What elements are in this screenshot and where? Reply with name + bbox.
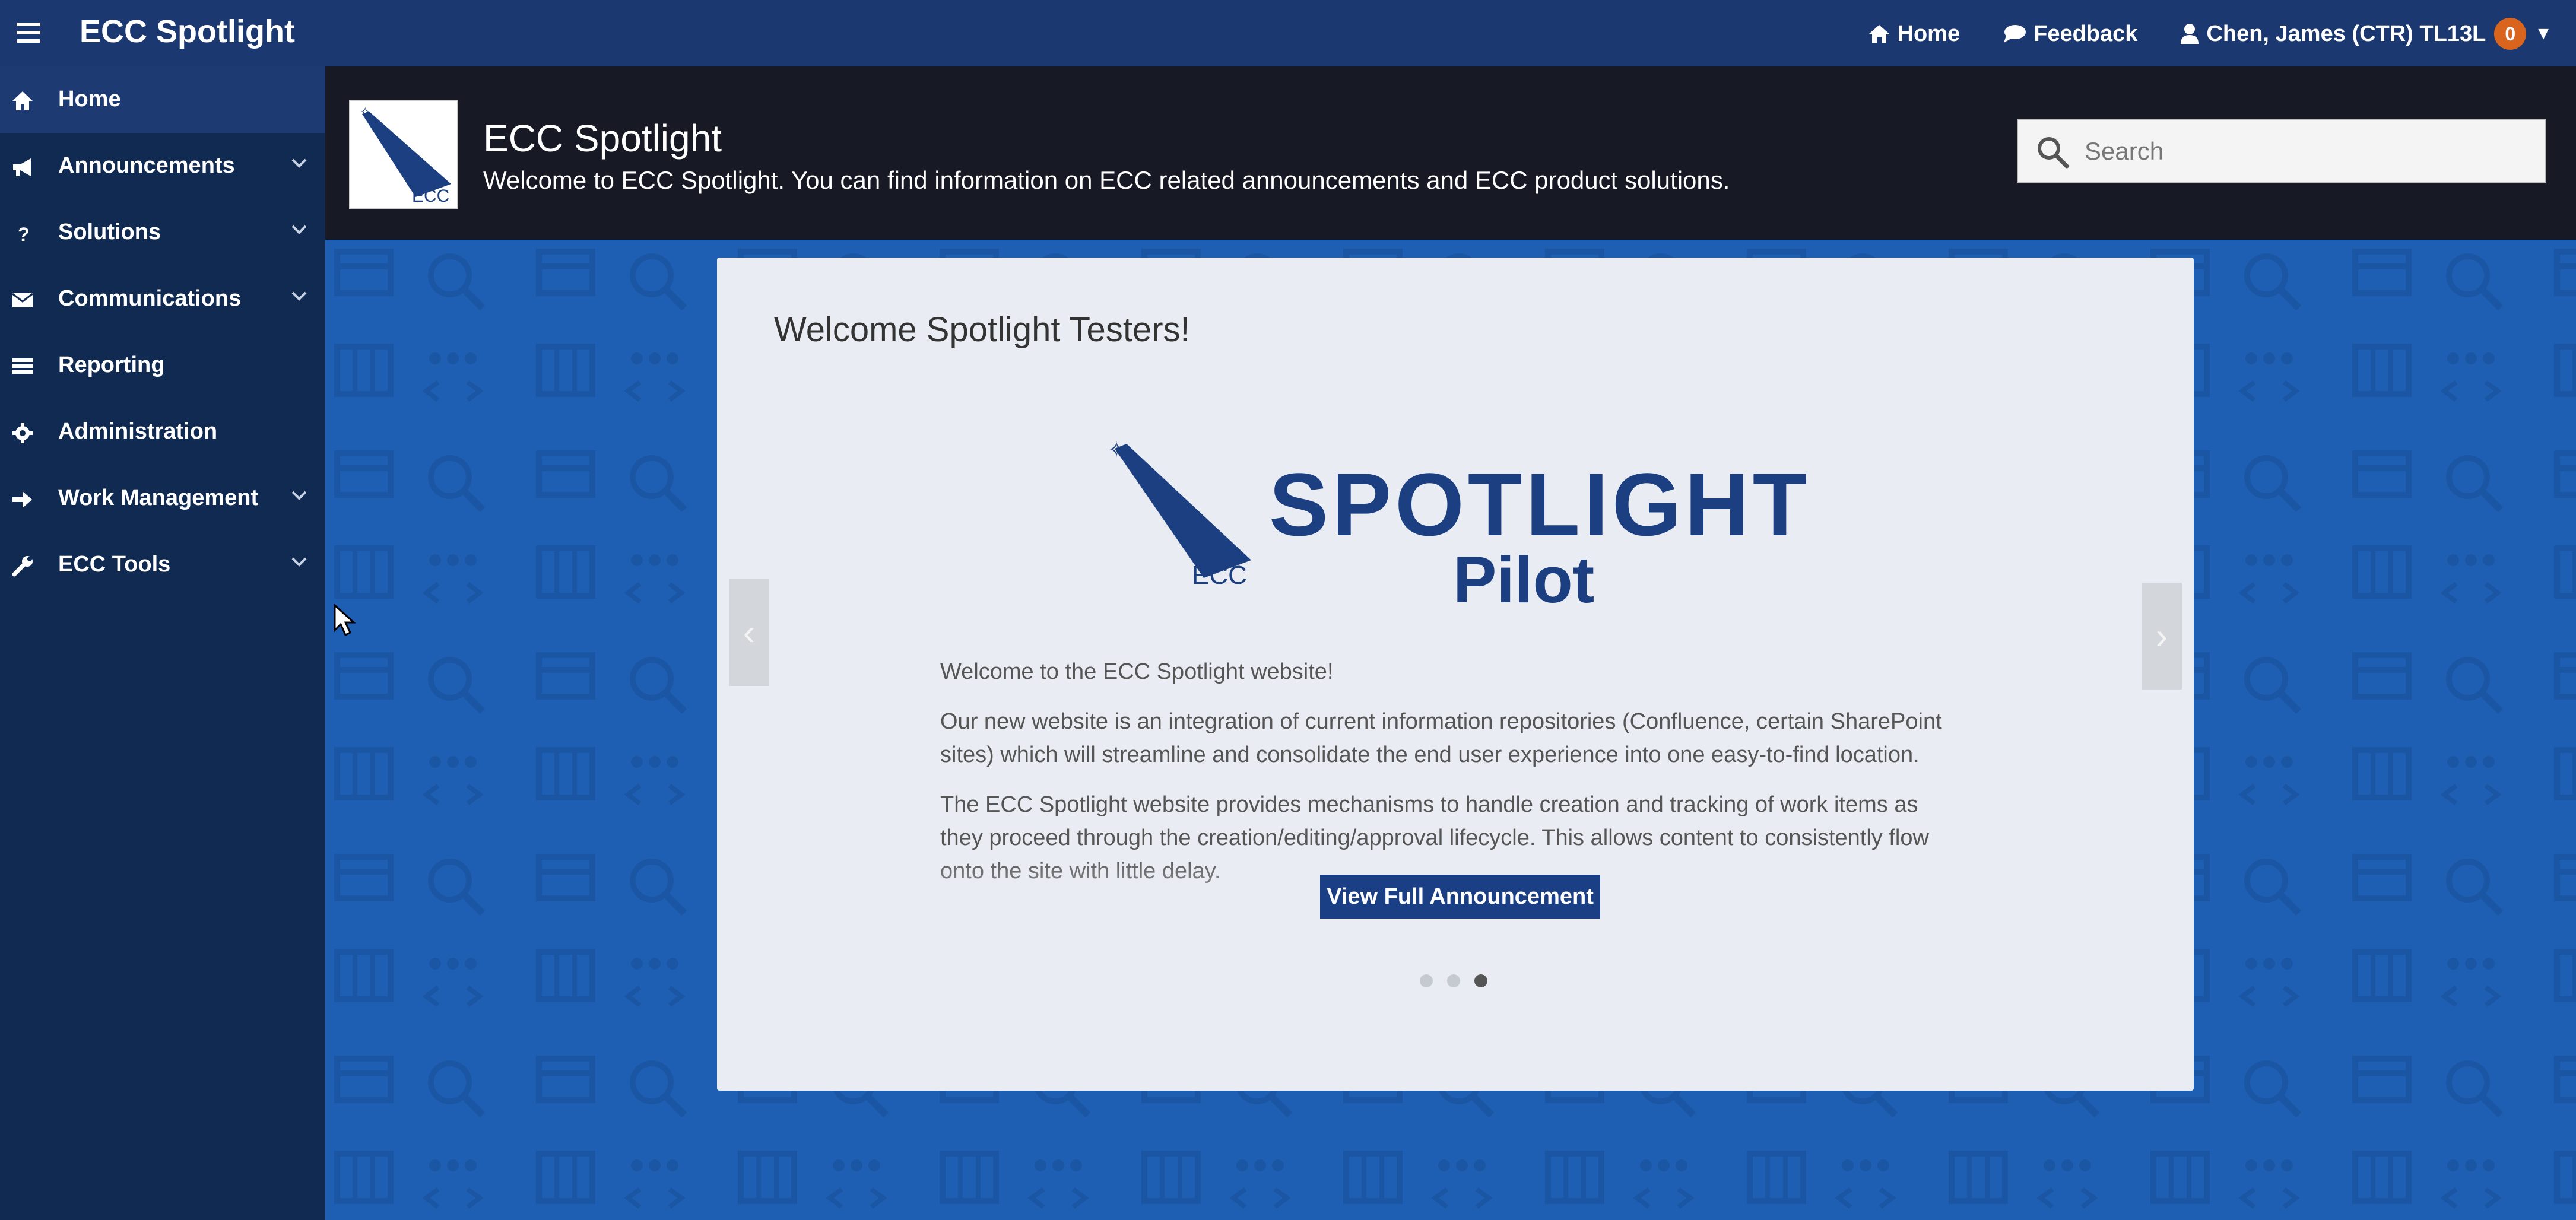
page-subtitle: Welcome to ECC Spotlight. You can find i… bbox=[483, 166, 1730, 194]
top-nav-home[interactable]: Home bbox=[1868, 21, 1960, 47]
sidebar-item-announcements[interactable]: Announcements bbox=[0, 133, 329, 199]
sidebar-item-label: Communications bbox=[58, 286, 242, 311]
view-full-announcement-button[interactable]: View Full Announcement bbox=[1320, 875, 1600, 919]
logo-word-spotlight: SPOTLIGHT bbox=[1269, 455, 1811, 554]
user-icon bbox=[2181, 24, 2199, 44]
report-icon bbox=[12, 358, 33, 374]
sidebar-item-label: ECC Tools bbox=[58, 552, 171, 577]
search-input[interactable] bbox=[2083, 133, 2525, 170]
sidebar-item-communications[interactable]: Communications bbox=[0, 266, 329, 332]
envelope-icon bbox=[12, 293, 33, 307]
megaphone-icon bbox=[13, 158, 31, 176]
sidebar-item-administration[interactable]: Administration bbox=[0, 399, 329, 465]
sidebar-item-solutions[interactable]: ? Solutions bbox=[0, 199, 329, 266]
sidebar-item-label: Home bbox=[58, 87, 121, 112]
sidebar-item-reporting[interactable]: Reporting bbox=[0, 332, 329, 399]
top-nav-links: Home Feedback Chen, James (CTR) TL13L 0 … bbox=[1825, 18, 2552, 50]
user-menu[interactable]: Chen, James (CTR) TL13L 0 ▼ bbox=[2180, 18, 2552, 50]
svg-text:ECC: ECC bbox=[412, 186, 449, 206]
sidebar-item-work-management[interactable]: Work Management bbox=[0, 465, 329, 532]
svg-text:ECC: ECC bbox=[1192, 561, 1247, 590]
top-navbar: ECC Spotlight Home Feedback Chen, James … bbox=[0, 0, 2576, 66]
page-title: ECC Spotlight bbox=[483, 117, 722, 160]
chevron-down-icon[interactable] bbox=[289, 485, 309, 506]
top-nav-feedback-label: Feedback bbox=[2033, 21, 2138, 46]
ecc-logo: ✧ ECC bbox=[349, 100, 458, 209]
sidebar-item-label: Reporting bbox=[58, 352, 165, 377]
gear-icon bbox=[12, 423, 33, 443]
svg-text:✧: ✧ bbox=[1108, 437, 1125, 462]
question-icon: ? bbox=[18, 224, 30, 245]
sidebar-item-label: Announcements bbox=[58, 153, 235, 178]
sidebar-item-label: Administration bbox=[58, 419, 218, 444]
speech-bubble-icon bbox=[2004, 25, 2026, 43]
sidebar: Home Announcements ? Solutions Communica… bbox=[0, 66, 329, 1220]
carousel-prev-button[interactable]: ‹ bbox=[729, 579, 769, 686]
sidebar-item-home[interactable]: Home bbox=[0, 66, 329, 133]
brand-title[interactable]: ECC Spotlight bbox=[80, 13, 295, 50]
sidebar-item-label: Solutions bbox=[58, 220, 161, 244]
wrench-icon bbox=[12, 556, 33, 577]
carousel-indicators bbox=[1420, 974, 1502, 987]
spotlight-beam-icon: ✧ ECC bbox=[1108, 437, 1251, 590]
notification-badge[interactable]: 0 bbox=[2494, 18, 2527, 50]
chevron-down-icon[interactable] bbox=[289, 286, 309, 306]
arrow-right-icon bbox=[12, 491, 32, 508]
carousel-dot-1[interactable] bbox=[1420, 974, 1433, 987]
home-icon bbox=[1868, 25, 1889, 43]
user-name: Chen, James (CTR) TL13L bbox=[2206, 21, 2486, 46]
sidebar-item-ecc-tools[interactable]: ECC Tools bbox=[0, 532, 329, 598]
page-header: ✧ ECC ECC Spotlight Welcome to ECC Spotl… bbox=[325, 66, 2576, 240]
hamburger-menu-icon[interactable] bbox=[17, 18, 40, 47]
svg-text:✧: ✧ bbox=[360, 104, 370, 119]
search-box[interactable] bbox=[2017, 119, 2546, 183]
chevron-down-icon[interactable] bbox=[289, 153, 309, 173]
home-icon bbox=[12, 91, 33, 110]
announcement-title: Welcome Spotlight Testers! bbox=[774, 310, 1190, 349]
carousel-dot-3[interactable] bbox=[1474, 974, 1487, 987]
carousel-next-button[interactable]: › bbox=[2142, 583, 2182, 690]
announcement-paragraph: Welcome to the ECC Spotlight website! bbox=[940, 659, 1334, 684]
top-nav-home-label: Home bbox=[1897, 21, 1960, 46]
spotlight-pilot-logo: ✧ ECC SPOTLIGHT Pilot bbox=[1103, 436, 1815, 631]
announcement-paragraph: Our new website is an integration of cur… bbox=[940, 709, 1942, 767]
sidebar-item-label: Work Management bbox=[58, 485, 259, 510]
chevron-down-icon[interactable] bbox=[289, 552, 309, 572]
logo-word-pilot: Pilot bbox=[1453, 544, 1595, 617]
mouse-cursor-icon bbox=[334, 604, 356, 637]
top-nav-feedback[interactable]: Feedback bbox=[2003, 21, 2137, 47]
svg-text:?: ? bbox=[18, 224, 30, 245]
search-icon bbox=[2038, 137, 2069, 169]
carousel-dot-2[interactable] bbox=[1447, 974, 1460, 987]
spotlight-logo-icon: ✧ ECC bbox=[360, 104, 451, 206]
announcement-carousel: Welcome Spotlight Testers! ✧ ECC SPOTLIG… bbox=[717, 258, 2194, 1091]
chevron-down-icon[interactable] bbox=[289, 220, 309, 240]
caret-down-icon[interactable]: ▼ bbox=[2534, 24, 2552, 44]
